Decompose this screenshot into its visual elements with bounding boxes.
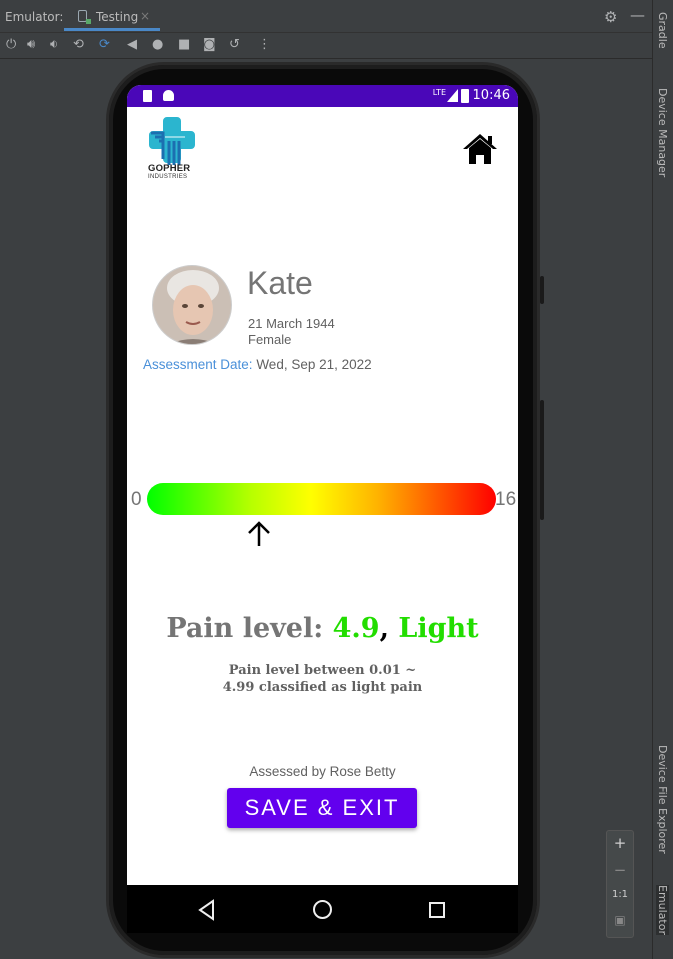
save-exit-button[interactable]: SAVE & EXIT — [227, 788, 417, 828]
scale-min-label: 0 — [131, 489, 142, 510]
logo-subtext: INDUSTRIES — [148, 174, 188, 180]
volume-button[interactable] — [540, 400, 544, 520]
ide-tab-bar: Emulator: Testing × ⚙ — — [0, 0, 652, 33]
device-manager-tool[interactable]: Device Manager — [656, 88, 669, 177]
nav-back-icon[interactable] — [197, 899, 217, 921]
scale-max-label: 16 — [495, 489, 517, 510]
zoom-1to1-button[interactable]: 1:1 — [607, 889, 633, 900]
patient-photo — [153, 266, 231, 344]
home-icon[interactable] — [461, 131, 499, 167]
overview-icon[interactable]: ■ — [178, 37, 190, 53]
pain-description-line1: Pain level between 0.01 ~ — [228, 663, 417, 678]
status-time: 10:46 — [472, 88, 510, 103]
pain-level-label: Pain level: — [166, 613, 324, 644]
patient-name: Kate — [247, 265, 313, 301]
emulator-toolbar: ⏻ 🔊︎ 🔉︎ ⟲ ⟳ ◀ ● ■ ◙ ↺ ⋮ — [0, 33, 652, 59]
avatar — [152, 265, 232, 345]
zoom-controls: + − 1:1 ▣ — [606, 830, 634, 938]
logo-text: GOPHER — [148, 163, 191, 174]
minimize-icon[interactable]: — — [630, 6, 645, 24]
emulator-tool[interactable]: Emulator — [656, 885, 669, 935]
more-icon[interactable]: ⋮ — [258, 37, 271, 53]
assessment-date-value: Wed, Sep 21, 2022 — [256, 357, 372, 372]
status-bar: LTE 10:46 — [127, 85, 518, 107]
emulator-label: Emulator: — [5, 10, 64, 24]
pain-level-value: 4.9 — [332, 613, 380, 644]
signal-icon — [447, 89, 458, 102]
device-icon — [78, 10, 91, 24]
nav-recents-icon[interactable] — [429, 902, 445, 918]
fit-screen-icon[interactable]: ▣ — [607, 913, 633, 927]
home-icon[interactable]: ● — [152, 37, 163, 53]
pain-description: Pain level between 0.01 ~ 4.99 classifie… — [127, 662, 518, 696]
gradle-tool[interactable]: Gradle — [656, 12, 669, 49]
screenshot-icon[interactable]: ◙ — [203, 37, 216, 53]
assessment-date-label: Assessment Date: — [143, 357, 253, 372]
pain-marker-arrow-icon — [247, 521, 270, 546]
lte-indicator: LTE — [432, 88, 446, 97]
snapshot-icon[interactable]: ↺ — [229, 37, 240, 53]
sd-card-icon — [143, 90, 152, 102]
patient-dob: 21 March 1944 — [248, 316, 335, 331]
tab-testing[interactable]: Testing × — [64, 0, 160, 31]
close-icon[interactable]: × — [140, 9, 150, 23]
pain-category: Light — [398, 613, 479, 644]
right-tool-strip: Gradle Device Manager Device File Explor… — [652, 0, 673, 959]
android-icon — [163, 90, 174, 101]
rotate-left-icon[interactable]: ⟲ — [73, 37, 84, 53]
pain-description-line2: 4.99 classified as light pain — [222, 680, 423, 695]
gear-icon[interactable]: ⚙ — [604, 8, 617, 26]
back-icon[interactable]: ◀ — [127, 37, 137, 53]
volume-up-icon[interactable]: 🔊︎ — [27, 37, 35, 53]
android-nav-bar — [127, 885, 518, 933]
assessment-date: Assessment Date: Wed, Sep 21, 2022 — [143, 357, 372, 372]
app-screen: LTE 10:46 GOPHER INDUSTRIES Kate 21 Marc… — [127, 85, 518, 885]
pain-gradient-bar — [147, 483, 496, 515]
battery-icon — [461, 89, 469, 103]
pain-level-heading: Pain level: 4.9, Light — [127, 613, 518, 644]
patient-gender: Female — [248, 332, 292, 347]
zoom-in-button[interactable]: + — [607, 834, 633, 852]
pain-separator: , — [379, 613, 390, 644]
volume-down-icon[interactable]: 🔉︎ — [50, 37, 58, 53]
tab-label: Testing — [96, 10, 139, 24]
assessed-by: Assessed by Rose Betty — [249, 764, 396, 779]
rotate-right-icon[interactable]: ⟳ — [99, 37, 110, 53]
power-button[interactable] — [540, 276, 544, 304]
power-icon[interactable]: ⏻ — [6, 37, 16, 53]
nav-home-icon[interactable] — [313, 900, 332, 919]
device-file-explorer-tool[interactable]: Device File Explorer — [656, 745, 669, 854]
zoom-out-button[interactable]: − — [607, 861, 633, 879]
